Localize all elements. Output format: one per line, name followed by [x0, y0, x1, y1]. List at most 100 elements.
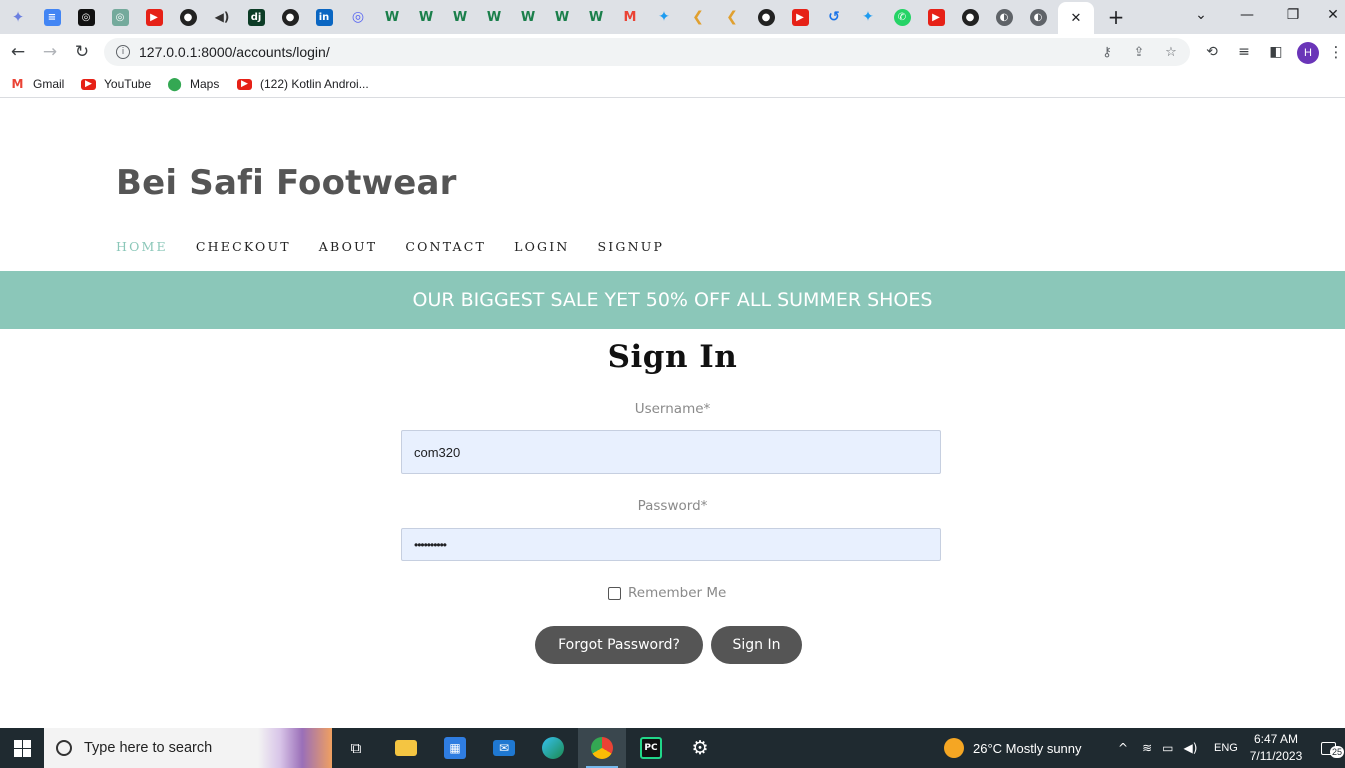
w-icon: W [520, 9, 536, 25]
share-icon[interactable]: ⇪ [1130, 43, 1148, 61]
tab-linkedin[interactable]: in [308, 4, 340, 30]
sign-in-button[interactable]: Sign In [711, 626, 802, 664]
mail-button[interactable]: ✉ [480, 728, 528, 768]
tab-w-6[interactable]: W [546, 4, 578, 30]
battery-icon[interactable]: ▭ [1162, 741, 1173, 755]
tab-blog-2[interactable]: ❮ [716, 4, 748, 30]
restore-icon: ❐ [1286, 7, 1300, 23]
tab-github-2[interactable]: ● [274, 4, 306, 30]
tab-gmail[interactable]: M [614, 4, 646, 30]
tab-search-button[interactable]: ⌄ [1186, 4, 1216, 26]
tab-target[interactable]: ◎ [342, 4, 374, 30]
bookmark-label: YouTube [104, 77, 152, 91]
minimize-button[interactable]: — [1232, 4, 1262, 26]
nav-home[interactable]: HOME [116, 239, 168, 254]
close-tab-icon[interactable]: ✕ [1071, 11, 1082, 26]
tab-globe-2[interactable]: ◐ [1022, 4, 1054, 30]
tab-globe[interactable]: ◐ [988, 4, 1020, 30]
chrome-button[interactable] [578, 728, 626, 768]
bookmark-kotlin[interactable]: ▶ (122) Kotlin Androi... [237, 75, 369, 93]
tab-youtube-2[interactable]: ▶ [784, 4, 816, 30]
weather-widget[interactable]: 26°C Mostly sunny [944, 728, 1082, 768]
promo-text: OUR BIGGEST SALE YET 50% OFF ALL SUMMER … [412, 289, 933, 311]
new-tab-button[interactable]: + [1100, 4, 1132, 30]
site-brand[interactable]: Bei Safi Footwear [116, 163, 457, 203]
wifi-icon[interactable]: ≋ [1142, 741, 1152, 755]
close-window-button[interactable]: ✕ [1322, 4, 1344, 26]
github-icon: ● [961, 8, 979, 26]
forgot-password-button[interactable]: Forgot Password? [535, 626, 703, 664]
tab-history[interactable]: ↺ [818, 4, 850, 30]
tab-whatsapp[interactable]: ✆ [886, 4, 918, 30]
tab-youtube-3[interactable]: ▶ [920, 4, 952, 30]
tab-w-5[interactable]: W [512, 4, 544, 30]
side-panel-button[interactable]: ◧ [1264, 40, 1288, 64]
nav-contact[interactable]: CONTACT [405, 239, 486, 254]
nav-signup[interactable]: SIGNUP [598, 239, 665, 254]
address-bar[interactable]: i 127.0.0.1:8000/accounts/login/ ⚷ ⇪ ☆ [104, 38, 1190, 66]
tab-gemini[interactable]: ✦ [2, 4, 34, 30]
store-button[interactable]: ▦ [431, 728, 479, 768]
tab-github-4[interactable]: ● [954, 4, 986, 30]
tab-django[interactable]: dj [240, 4, 272, 30]
tab-audio[interactable]: ◀) [206, 4, 238, 30]
notification-center[interactable]: 25 [1321, 728, 1345, 768]
github-icon: ● [757, 8, 775, 26]
media-button[interactable]: ≡ [1232, 40, 1256, 64]
blog-icon: ❮ [726, 9, 738, 25]
remember-checkbox[interactable] [608, 586, 621, 600]
tab-youtube[interactable]: ▶ [138, 4, 170, 30]
edge-button[interactable] [529, 728, 577, 768]
star-icon[interactable]: ☆ [1162, 43, 1180, 61]
reload-button[interactable]: ↻ [70, 40, 94, 64]
extension-button[interactable]: ⟲ [1200, 40, 1224, 64]
back-button[interactable]: ← [6, 40, 30, 64]
bookmark-maps[interactable]: ⬤ Maps [167, 75, 219, 93]
settings-button[interactable]: ⚙ [676, 728, 724, 768]
remember-me[interactable]: Remember Me [608, 585, 726, 601]
tab-github-3[interactable]: ● [750, 4, 782, 30]
nav-checkout[interactable]: CHECKOUT [196, 239, 291, 254]
menu-button[interactable]: ⋮ [1328, 40, 1344, 64]
tab-twitter-2[interactable]: ✦ [852, 4, 884, 30]
start-button[interactable] [0, 728, 44, 768]
clock[interactable]: 6:47 AM 7/11/2023 [1243, 731, 1309, 765]
tab-chatgpt-2[interactable]: ◎ [104, 4, 136, 30]
tab-blog[interactable]: ❮ [682, 4, 714, 30]
tab-github[interactable]: ● [172, 4, 204, 30]
nav-login[interactable]: LOGIN [514, 239, 569, 254]
bookmark-gmail[interactable]: M Gmail [10, 75, 65, 93]
chevron-up-icon[interactable]: ^ [1118, 741, 1128, 755]
tab-chatgpt[interactable]: ◎ [70, 4, 102, 30]
file-explorer-button[interactable] [382, 728, 430, 768]
bookmark-youtube[interactable]: ▶ YouTube [81, 75, 151, 93]
tab-w-3[interactable]: W [444, 4, 476, 30]
tab-w-1[interactable]: W [376, 4, 408, 30]
taskbar-search[interactable]: Type here to search [44, 728, 332, 768]
info-icon[interactable]: i [116, 45, 130, 59]
url-text[interactable]: 127.0.0.1:8000/accounts/login/ [139, 44, 330, 60]
password-input[interactable]: •••••••••• [401, 528, 941, 561]
tab-google-docs[interactable]: ≡ [36, 4, 68, 30]
tab-w-7[interactable]: W [580, 4, 612, 30]
forward-button[interactable]: → [38, 40, 62, 64]
w-icon: W [588, 9, 604, 25]
volume-icon[interactable]: ◀) [1183, 741, 1197, 755]
tab-active-login[interactable]: ✕ [1058, 2, 1094, 34]
restore-button[interactable]: ❐ [1278, 4, 1308, 26]
pycharm-button[interactable]: PC [627, 728, 675, 768]
speaker-icon: ◀) [214, 10, 230, 24]
nav-about[interactable]: ABOUT [319, 239, 378, 254]
username-input[interactable]: com320 [401, 430, 941, 474]
bookmarks-bar: M Gmail ▶ YouTube ⬤ Maps ▶ (122) Kotlin … [0, 70, 1345, 98]
language-indicator[interactable]: ENG [1214, 728, 1238, 768]
key-icon[interactable]: ⚷ [1098, 43, 1116, 61]
store-icon: ▦ [444, 737, 466, 759]
tab-w-4[interactable]: W [478, 4, 510, 30]
password-label: Password* [637, 498, 708, 514]
tab-w-2[interactable]: W [410, 4, 442, 30]
profile-avatar[interactable]: H [1297, 42, 1319, 64]
task-view-button[interactable]: ⧉ [332, 728, 380, 768]
tab-twitter[interactable]: ✦ [648, 4, 680, 30]
tab-strip: ✦ ≡ ◎ ◎ ▶ ● ◀) dj ● in ◎ W W W W W W W M… [0, 0, 1345, 34]
